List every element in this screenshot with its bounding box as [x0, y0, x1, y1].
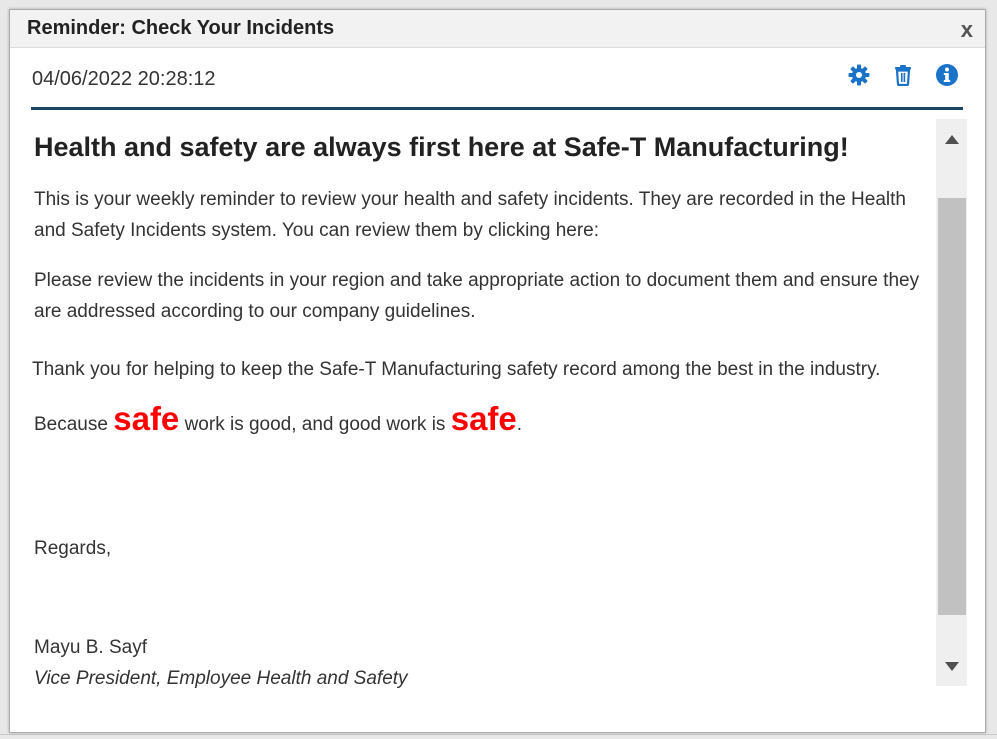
message-paragraph-intro: This is your weekly reminder to review y…	[34, 189, 906, 241]
backdrop-line	[0, 734, 997, 735]
dialog-title: Reminder: Check Your Incidents	[27, 17, 335, 39]
close-button[interactable]: x	[961, 19, 973, 41]
slogan-text: work is good, and good work is	[179, 414, 451, 435]
slogan-highlight: safe	[450, 400, 517, 437]
slogan-text: Because	[34, 414, 114, 435]
scroll-thumb[interactable]	[938, 198, 966, 615]
info-button[interactable]	[935, 63, 959, 87]
message-paragraph-review: Please review the incidents in your regi…	[34, 270, 920, 322]
reminder-dialog: Reminder: Check Your Incidents x 04/06/2…	[9, 9, 986, 733]
dialog-titlebar: Reminder: Check Your Incidents x	[10, 10, 985, 48]
signature-title: Vice President, Employee Health and Safe…	[34, 668, 408, 689]
message-heading: Health and safety are always first here …	[34, 132, 849, 162]
slogan: Because safe work is good, and good work…	[34, 400, 523, 440]
header-divider	[31, 107, 963, 110]
settings-button[interactable]	[847, 63, 871, 87]
triangle-down-icon	[944, 661, 959, 671]
slogan-text: .	[516, 414, 523, 435]
slogan-highlight: safe	[113, 400, 180, 437]
vertical-scrollbar[interactable]	[936, 119, 967, 686]
info-icon	[936, 64, 958, 86]
triangle-up-icon	[944, 134, 959, 144]
delete-button[interactable]	[891, 63, 915, 87]
gear-icon	[848, 64, 870, 86]
signature-name: Mayu B. Sayf	[34, 637, 147, 658]
toolbar	[847, 63, 959, 87]
closing-text: Regards,	[34, 538, 112, 559]
scroll-up-button[interactable]	[936, 125, 967, 153]
message-paragraph-thanks: Thank you for helping to keep the Safe-T…	[32, 359, 881, 380]
message-body: Health and safety are always first here …	[32, 113, 937, 709]
scroll-down-button[interactable]	[936, 652, 967, 680]
timestamp: 04/06/2022 20:28:12	[32, 68, 216, 90]
trash-icon	[895, 65, 911, 86]
